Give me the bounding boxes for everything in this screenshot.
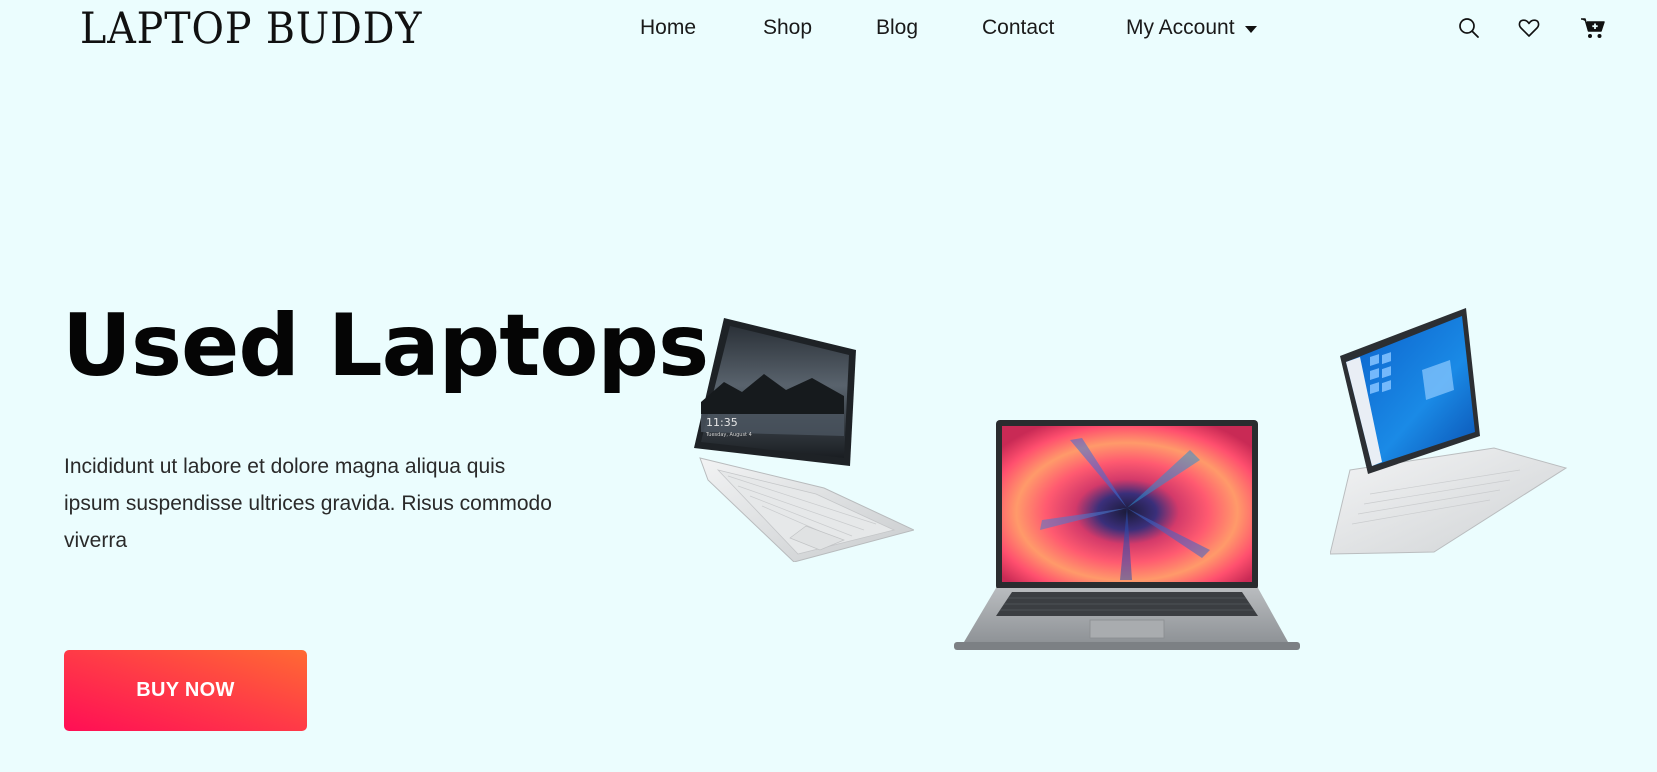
search-icon[interactable] <box>1457 16 1481 40</box>
hero-description: Incididunt ut labore et dolore magna ali… <box>64 455 552 552</box>
nav-my-account-label: My Account <box>1126 16 1235 39</box>
laptop-image-center <box>950 420 1302 660</box>
laptop-image-left: 11:35 Tuesday, August 4 <box>694 318 916 563</box>
nav-contact[interactable]: Contact <box>982 16 1054 40</box>
nav-home[interactable]: Home <box>640 16 696 40</box>
laptop-lock-date: Tuesday, August 4 <box>705 432 752 438</box>
cart-icon[interactable] <box>1580 16 1605 40</box>
laptop-image-right <box>1329 300 1580 560</box>
laptop-lock-time: 11:35 <box>706 416 738 429</box>
hero-title: Used Laptops <box>62 296 709 396</box>
nav-shop[interactable]: Shop <box>763 16 812 40</box>
buy-now-button[interactable]: BUY NOW <box>64 650 307 731</box>
nav-my-account[interactable]: My Account <box>1126 16 1257 40</box>
chevron-down-icon <box>1244 25 1257 33</box>
site-logo[interactable]: LAPTOP BUDDY <box>80 4 422 54</box>
nav-blog[interactable]: Blog <box>876 16 918 40</box>
heart-icon[interactable] <box>1517 16 1541 40</box>
